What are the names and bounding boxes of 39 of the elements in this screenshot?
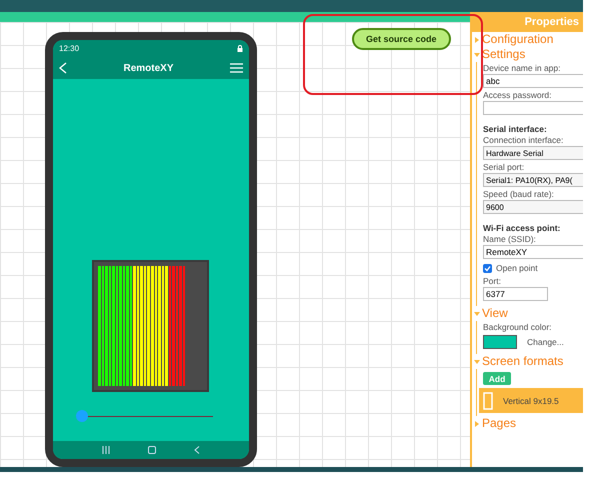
caret-icon bbox=[474, 310, 480, 316]
field-label: Device name in app: bbox=[483, 63, 562, 74]
select-field[interactable]: 9600 bbox=[483, 200, 583, 214]
input-field[interactable]: 6377 bbox=[483, 287, 548, 301]
color-swatch[interactable] bbox=[483, 335, 517, 349]
group-heading: Wi-Fi access point: bbox=[483, 223, 562, 234]
slider-track[interactable] bbox=[76, 410, 213, 422]
input-field[interactable] bbox=[483, 101, 583, 115]
status-time: 12:30 bbox=[59, 44, 80, 53]
select-field[interactable]: Serial1: PA10(RX), PA9( bbox=[483, 173, 583, 187]
field-label: Name (SSID): bbox=[483, 234, 537, 245]
caret-icon bbox=[474, 420, 480, 426]
field-label: Port: bbox=[483, 276, 502, 287]
back-icon[interactable] bbox=[194, 446, 200, 454]
field-label: Access password: bbox=[483, 90, 552, 101]
recent-apps-icon[interactable] bbox=[102, 446, 110, 454]
field-label: Background color: bbox=[483, 322, 553, 333]
get-source-code-button[interactable]: Get source code bbox=[352, 28, 451, 50]
screen-format-item[interactable]: Vertical 9x19.5 bbox=[479, 388, 583, 413]
caret-icon bbox=[474, 358, 480, 364]
change-link[interactable]: Change... bbox=[527, 336, 564, 348]
input-field[interactable]: abc bbox=[483, 74, 583, 88]
field-label: Connection interface: bbox=[483, 135, 564, 146]
slider-thumb[interactable] bbox=[76, 410, 88, 422]
group-heading: Serial interface: bbox=[483, 124, 548, 135]
menu-icon[interactable] bbox=[230, 63, 243, 73]
select-field[interactable]: Hardware Serial bbox=[483, 146, 583, 160]
phone-outline-icon bbox=[483, 392, 493, 410]
home-icon[interactable] bbox=[148, 446, 156, 454]
app-title: RemoteXY bbox=[123, 62, 174, 74]
caret-icon bbox=[474, 36, 480, 42]
checkbox[interactable] bbox=[483, 264, 492, 273]
input-field[interactable]: RemoteXY bbox=[483, 245, 583, 259]
properties-header: Properties bbox=[470, 12, 583, 32]
field-label: Serial port: bbox=[483, 162, 526, 173]
checkbox-label: Open point bbox=[496, 263, 538, 274]
field-label: Speed (baud rate): bbox=[483, 189, 555, 200]
caret-icon bbox=[474, 52, 480, 58]
lock-icon bbox=[237, 45, 243, 52]
